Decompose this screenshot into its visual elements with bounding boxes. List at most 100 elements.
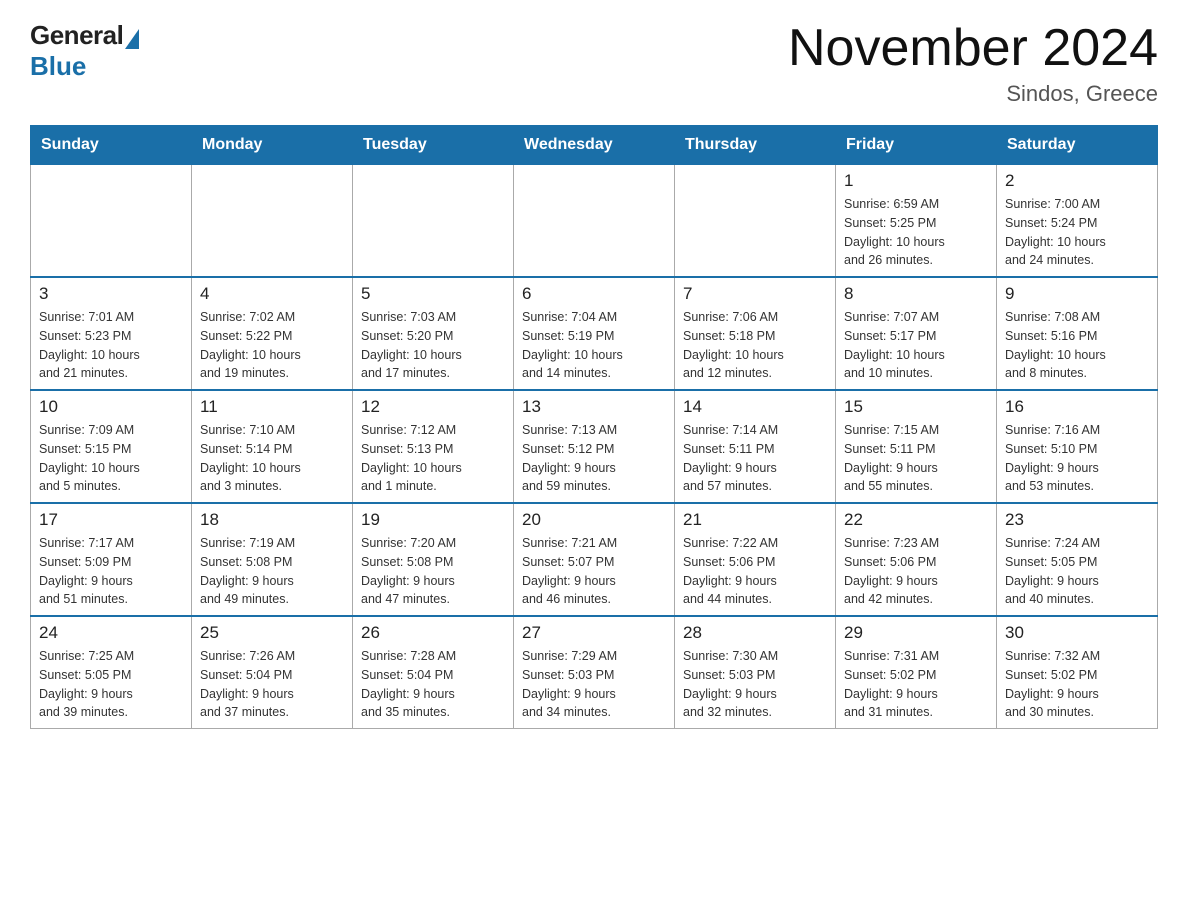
day-number: 19 bbox=[361, 510, 505, 530]
calendar-cell: 11Sunrise: 7:10 AM Sunset: 5:14 PM Dayli… bbox=[192, 390, 353, 503]
day-info: Sunrise: 7:28 AM Sunset: 5:04 PM Dayligh… bbox=[361, 647, 505, 722]
day-info: Sunrise: 7:32 AM Sunset: 5:02 PM Dayligh… bbox=[1005, 647, 1149, 722]
day-info: Sunrise: 6:59 AM Sunset: 5:25 PM Dayligh… bbox=[844, 195, 988, 270]
day-number: 18 bbox=[200, 510, 344, 530]
calendar-cell: 1 Sunrise: 6:59 AM Sunset: 5:25 PM Daylig… bbox=[836, 165, 997, 278]
calendar-cell: 2 Sunrise: 7:00 AM Sunset: 5:24 PM Daylig… bbox=[997, 165, 1158, 278]
day-number: 5 bbox=[361, 284, 505, 304]
day-info: Sunrise: 7:16 AM Sunset: 5:10 PM Dayligh… bbox=[1005, 421, 1149, 496]
day-info: Sunrise: 7:26 AM Sunset: 5:04 PM Dayligh… bbox=[200, 647, 344, 722]
day-number: 29 bbox=[844, 623, 988, 643]
calendar-cell: 13 Sunrise: 7:13 AM Sunset: 5:12 PM Dayli… bbox=[514, 390, 675, 503]
day-number: 11 bbox=[200, 397, 344, 417]
calendar-cell: 5 Sunrise: 7:03 AM Sunset: 5:20 PM Daylig… bbox=[353, 277, 514, 390]
calendar-day-header: Monday bbox=[192, 126, 353, 165]
calendar-day-header: Friday bbox=[836, 126, 997, 165]
title-block: November 2024 Sindos, Greece bbox=[788, 20, 1158, 107]
day-number: 14 bbox=[683, 397, 827, 417]
day-info: Sunrise: 7:07 AM Sunset: 5:17 PM Dayligh… bbox=[844, 308, 988, 383]
calendar-cell: 24 Sunrise: 7:25 AM Sunset: 5:05 PM Dayli… bbox=[31, 616, 192, 729]
day-number: 3 bbox=[39, 284, 183, 304]
calendar-day-header: Sunday bbox=[31, 126, 192, 165]
calendar-cell: 18 Sunrise: 7:19 AM Sunset: 5:08 PM Dayli… bbox=[192, 503, 353, 616]
calendar-cell: 21 Sunrise: 7:22 AM Sunset: 5:06 PM Dayli… bbox=[675, 503, 836, 616]
calendar-subtitle: Sindos, Greece bbox=[788, 81, 1158, 107]
day-number: 1 bbox=[844, 171, 988, 191]
day-info: Sunrise: 7:03 AM Sunset: 5:20 PM Dayligh… bbox=[361, 308, 505, 383]
day-info: Sunrise: 7:13 AM Sunset: 5:12 PM Dayligh… bbox=[522, 421, 666, 496]
logo-general-text: General bbox=[30, 20, 123, 51]
day-number: 6 bbox=[522, 284, 666, 304]
day-number: 28 bbox=[683, 623, 827, 643]
calendar-day-header: Wednesday bbox=[514, 126, 675, 165]
calendar-cell: 9Sunrise: 7:08 AM Sunset: 5:16 PM Daylig… bbox=[997, 277, 1158, 390]
day-info: Sunrise: 7:25 AM Sunset: 5:05 PM Dayligh… bbox=[39, 647, 183, 722]
calendar-title: November 2024 bbox=[788, 20, 1158, 77]
day-number: 20 bbox=[522, 510, 666, 530]
day-number: 4 bbox=[200, 284, 344, 304]
calendar-cell: 6Sunrise: 7:04 AM Sunset: 5:19 PM Daylig… bbox=[514, 277, 675, 390]
calendar-cell: 16Sunrise: 7:16 AM Sunset: 5:10 PM Dayli… bbox=[997, 390, 1158, 503]
calendar-cell: 4 Sunrise: 7:02 AM Sunset: 5:22 PM Daylig… bbox=[192, 277, 353, 390]
day-info: Sunrise: 7:24 AM Sunset: 5:05 PM Dayligh… bbox=[1005, 534, 1149, 609]
calendar-cell: 26 Sunrise: 7:28 AM Sunset: 5:04 PM Dayli… bbox=[353, 616, 514, 729]
day-info: Sunrise: 7:02 AM Sunset: 5:22 PM Dayligh… bbox=[200, 308, 344, 383]
day-number: 30 bbox=[1005, 623, 1149, 643]
day-info: Sunrise: 7:31 AM Sunset: 5:02 PM Dayligh… bbox=[844, 647, 988, 722]
day-info: Sunrise: 7:29 AM Sunset: 5:03 PM Dayligh… bbox=[522, 647, 666, 722]
day-number: 10 bbox=[39, 397, 183, 417]
calendar-cell bbox=[675, 165, 836, 278]
calendar-cell: 19 Sunrise: 7:20 AM Sunset: 5:08 PM Dayli… bbox=[353, 503, 514, 616]
day-info: Sunrise: 7:14 AM Sunset: 5:11 PM Dayligh… bbox=[683, 421, 827, 496]
calendar-table: SundayMondayTuesdayWednesdayThursdayFrid… bbox=[30, 125, 1158, 729]
day-number: 27 bbox=[522, 623, 666, 643]
calendar-cell: 29 Sunrise: 7:31 AM Sunset: 5:02 PM Dayli… bbox=[836, 616, 997, 729]
day-info: Sunrise: 7:09 AM Sunset: 5:15 PM Dayligh… bbox=[39, 421, 183, 496]
calendar-cell: 7 Sunrise: 7:06 AM Sunset: 5:18 PM Daylig… bbox=[675, 277, 836, 390]
day-number: 21 bbox=[683, 510, 827, 530]
day-number: 15 bbox=[844, 397, 988, 417]
page-header: General Blue November 2024 Sindos, Greec… bbox=[30, 20, 1158, 107]
day-info: Sunrise: 7:06 AM Sunset: 5:18 PM Dayligh… bbox=[683, 308, 827, 383]
calendar-cell: 28 Sunrise: 7:30 AM Sunset: 5:03 PM Dayli… bbox=[675, 616, 836, 729]
day-info: Sunrise: 7:21 AM Sunset: 5:07 PM Dayligh… bbox=[522, 534, 666, 609]
day-info: Sunrise: 7:01 AM Sunset: 5:23 PM Dayligh… bbox=[39, 308, 183, 383]
day-info: Sunrise: 7:17 AM Sunset: 5:09 PM Dayligh… bbox=[39, 534, 183, 609]
day-info: Sunrise: 7:23 AM Sunset: 5:06 PM Dayligh… bbox=[844, 534, 988, 609]
calendar-cell: 27 Sunrise: 7:29 AM Sunset: 5:03 PM Dayli… bbox=[514, 616, 675, 729]
calendar-cell: 25Sunrise: 7:26 AM Sunset: 5:04 PM Dayli… bbox=[192, 616, 353, 729]
day-number: 7 bbox=[683, 284, 827, 304]
calendar-cell: 15 Sunrise: 7:15 AM Sunset: 5:11 PM Dayli… bbox=[836, 390, 997, 503]
day-info: Sunrise: 7:00 AM Sunset: 5:24 PM Dayligh… bbox=[1005, 195, 1149, 270]
day-info: Sunrise: 7:22 AM Sunset: 5:06 PM Dayligh… bbox=[683, 534, 827, 609]
calendar-cell: 14 Sunrise: 7:14 AM Sunset: 5:11 PM Dayli… bbox=[675, 390, 836, 503]
day-number: 23 bbox=[1005, 510, 1149, 530]
day-info: Sunrise: 7:30 AM Sunset: 5:03 PM Dayligh… bbox=[683, 647, 827, 722]
logo-blue-text: Blue bbox=[30, 51, 86, 82]
day-number: 22 bbox=[844, 510, 988, 530]
calendar-day-header: Thursday bbox=[675, 126, 836, 165]
calendar-cell: 3 Sunrise: 7:01 AM Sunset: 5:23 PM Daylig… bbox=[31, 277, 192, 390]
day-number: 17 bbox=[39, 510, 183, 530]
calendar-cell: 23 Sunrise: 7:24 AM Sunset: 5:05 PM Dayli… bbox=[997, 503, 1158, 616]
day-number: 12 bbox=[361, 397, 505, 417]
calendar-cell: 22 Sunrise: 7:23 AM Sunset: 5:06 PM Dayli… bbox=[836, 503, 997, 616]
calendar-cell: 17 Sunrise: 7:17 AM Sunset: 5:09 PM Dayli… bbox=[31, 503, 192, 616]
day-info: Sunrise: 7:20 AM Sunset: 5:08 PM Dayligh… bbox=[361, 534, 505, 609]
calendar-day-header: Saturday bbox=[997, 126, 1158, 165]
day-number: 9 bbox=[1005, 284, 1149, 304]
day-number: 26 bbox=[361, 623, 505, 643]
day-number: 13 bbox=[522, 397, 666, 417]
calendar-cell bbox=[514, 165, 675, 278]
day-info: Sunrise: 7:15 AM Sunset: 5:11 PM Dayligh… bbox=[844, 421, 988, 496]
day-number: 8 bbox=[844, 284, 988, 304]
calendar-cell: 30 Sunrise: 7:32 AM Sunset: 5:02 PM Dayli… bbox=[997, 616, 1158, 729]
day-number: 2 bbox=[1005, 171, 1149, 191]
calendar-cell: 12Sunrise: 7:12 AM Sunset: 5:13 PM Dayli… bbox=[353, 390, 514, 503]
day-info: Sunrise: 7:19 AM Sunset: 5:08 PM Dayligh… bbox=[200, 534, 344, 609]
calendar-cell: 20 Sunrise: 7:21 AM Sunset: 5:07 PM Dayli… bbox=[514, 503, 675, 616]
calendar-cell bbox=[353, 165, 514, 278]
calendar-day-header: Tuesday bbox=[353, 126, 514, 165]
day-number: 24 bbox=[39, 623, 183, 643]
calendar-cell bbox=[192, 165, 353, 278]
